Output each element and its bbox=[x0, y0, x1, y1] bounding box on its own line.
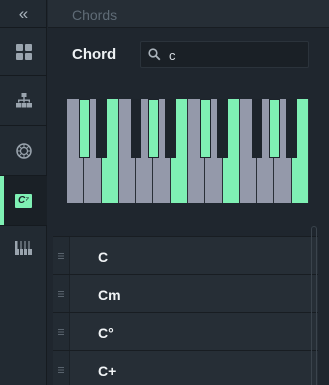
black-key-g-sharp[interactable] bbox=[148, 99, 159, 158]
sidebar-item-grid[interactable] bbox=[0, 28, 47, 76]
scrollbar-thumb[interactable] bbox=[311, 226, 317, 385]
chord-icon: C⁷ bbox=[15, 193, 32, 208]
chord-search-input[interactable] bbox=[169, 46, 303, 64]
list-item[interactable]: Cm bbox=[53, 274, 318, 312]
sidebar-item-hierarchy[interactable] bbox=[0, 76, 47, 126]
list-item[interactable]: C° bbox=[53, 312, 318, 350]
circle-of-fifths-icon bbox=[15, 142, 32, 159]
chord-field-label: Chord bbox=[72, 46, 117, 63]
chord-name: Cm bbox=[98, 287, 121, 303]
drag-handle-icon[interactable] bbox=[53, 351, 70, 385]
chord-name: C bbox=[98, 249, 109, 265]
black-key-a-sharp[interactable] bbox=[165, 99, 177, 158]
drag-handle-icon[interactable] bbox=[53, 275, 70, 312]
sidebar: « C⁷ bbox=[0, 0, 47, 385]
drag-handle-icon[interactable] bbox=[53, 237, 70, 274]
active-indicator bbox=[0, 176, 4, 225]
list-item[interactable]: C+ bbox=[53, 350, 318, 385]
panel-header: Chords bbox=[48, 0, 329, 28]
black-key-a-sharp[interactable] bbox=[286, 99, 298, 158]
black-key-f-sharp[interactable] bbox=[130, 99, 142, 158]
drag-handle-icon[interactable] bbox=[53, 313, 70, 350]
hierarchy-icon bbox=[15, 93, 32, 108]
black-key-d-sharp[interactable] bbox=[96, 99, 107, 158]
black-key-c-sharp[interactable] bbox=[78, 99, 90, 158]
sidebar-item-chords[interactable]: C⁷ bbox=[0, 176, 47, 226]
black-key-g-sharp[interactable] bbox=[269, 99, 280, 158]
double-chevron-left-icon: « bbox=[18, 4, 29, 23]
black-key-f-sharp[interactable] bbox=[251, 99, 263, 158]
chord-list: C Cm C° C+ bbox=[53, 236, 318, 385]
chord-name: C+ bbox=[98, 363, 117, 379]
sidebar-item-circle-of-fifths[interactable] bbox=[0, 126, 47, 176]
sidebar-item-piano[interactable] bbox=[0, 226, 47, 270]
collapse-sidebar-button[interactable]: « bbox=[0, 0, 47, 28]
black-key-d-sharp[interactable] bbox=[217, 99, 228, 158]
page-title: Chords bbox=[72, 7, 118, 23]
chord-search-box[interactable] bbox=[140, 41, 309, 68]
search-icon bbox=[148, 48, 161, 61]
scrollbar[interactable] bbox=[311, 226, 317, 385]
piano-keyboard bbox=[67, 99, 309, 203]
piano-icon bbox=[15, 241, 32, 255]
black-key-c-sharp[interactable] bbox=[199, 99, 211, 158]
list-item[interactable]: C bbox=[53, 236, 318, 274]
chord-name: C° bbox=[98, 325, 114, 341]
grid-icon bbox=[15, 43, 32, 60]
